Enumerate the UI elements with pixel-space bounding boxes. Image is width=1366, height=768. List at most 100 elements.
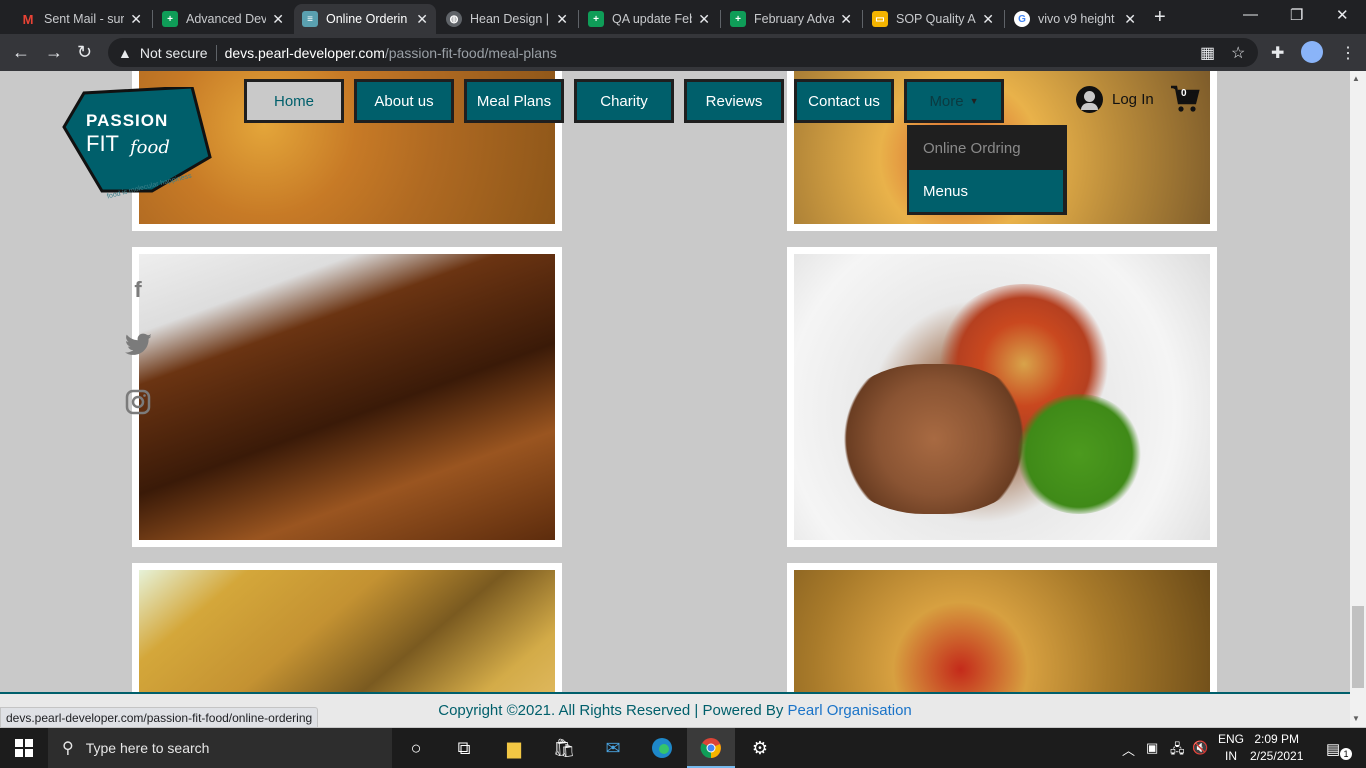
file-explorer-icon[interactable]: ▆: [502, 736, 526, 760]
volume-muted-icon[interactable]: 🔇: [1192, 740, 1208, 756]
twitter-bird-icon: [125, 333, 152, 355]
tab-title: February Adva: [754, 12, 835, 26]
close-icon[interactable]: ✕: [130, 11, 142, 28]
logo-text-passion: PASSION: [86, 111, 169, 130]
notification-center-icon[interactable]: ▤: [1326, 740, 1340, 758]
tab-title: Advanced Dev: [186, 12, 267, 26]
sheets-icon: +: [162, 11, 178, 27]
language-code: ENG: [1218, 732, 1245, 746]
qr-code-icon[interactable]: ▦: [1200, 43, 1215, 63]
footer-link-pearl-organisation[interactable]: Pearl Organisation: [788, 702, 912, 719]
bookmark-star-icon[interactable]: ☆: [1231, 43, 1245, 63]
network-icon[interactable]: 🖧: [1170, 740, 1185, 762]
meal-image: [139, 254, 555, 540]
twitter-icon[interactable]: [124, 333, 152, 361]
task-view-icon[interactable]: ⧉: [452, 736, 476, 760]
close-icon[interactable]: ✕: [1124, 11, 1136, 28]
scroll-up-icon[interactable]: ▲: [1352, 74, 1360, 83]
cart-button[interactable]: 0: [1170, 85, 1200, 113]
close-icon[interactable]: ✕: [556, 11, 568, 28]
language-indicator[interactable]: ENG IN: [1218, 731, 1244, 765]
chicken-piece: [834, 364, 1034, 514]
tab-vivo-v9[interactable]: G vivo v9 height ✕: [1006, 4, 1144, 34]
close-window-icon[interactable]: ✕: [1336, 6, 1349, 24]
site-icon: ≡: [302, 11, 318, 27]
search-icon: ⚲: [62, 740, 74, 757]
chrome-icon[interactable]: [699, 736, 723, 760]
browser-toolbar: ← → ↻ ▲ Not secure devs.pearl-developer.…: [0, 34, 1366, 71]
scrollbar-thumb[interactable]: [1352, 606, 1364, 688]
tab-advanced-dev[interactable]: + Advanced Dev ✕: [154, 4, 292, 34]
settings-gear-icon[interactable]: ⚙: [748, 736, 772, 760]
instagram-icon[interactable]: [124, 389, 152, 421]
tab-sent-mail[interactable]: M Sent Mail - sur ✕: [12, 4, 150, 34]
reload-icon[interactable]: ↻: [77, 42, 92, 62]
tab-online-ordering[interactable]: ≡ Online Orderin ✕: [294, 4, 436, 34]
tab-separator: [578, 10, 579, 28]
language-region: IN: [1225, 749, 1237, 763]
scroll-down-icon[interactable]: ▼: [1352, 714, 1360, 723]
gmail-icon: M: [22, 11, 34, 27]
restore-icon[interactable]: ❐: [1290, 6, 1303, 24]
tab-title: Hean Design |: [470, 12, 549, 26]
edge-icon[interactable]: [650, 736, 674, 760]
more-dropdown-menu: Online Ordring Menus: [907, 125, 1067, 215]
cart-count: 0: [1181, 88, 1187, 99]
close-icon[interactable]: ✕: [416, 11, 428, 28]
tab-title: QA update Feb: [612, 12, 693, 26]
extensions-icon[interactable]: ✚: [1271, 43, 1284, 63]
nav-home[interactable]: Home: [244, 79, 344, 123]
nav-meal-plans[interactable]: Meal Plans: [464, 79, 564, 123]
nav-more[interactable]: More ▼: [904, 79, 1004, 123]
tab-qa-update[interactable]: + QA update Feb ✕: [580, 4, 718, 34]
profile-avatar-icon[interactable]: [1301, 41, 1323, 63]
back-icon[interactable]: ←: [12, 42, 30, 62]
new-tab-icon[interactable]: +: [1154, 6, 1166, 29]
menu-kebab-icon[interactable]: ⋮: [1340, 43, 1356, 63]
system-clock[interactable]: 2:09 PM 2/25/2021: [1250, 731, 1303, 765]
nav-reviews[interactable]: Reviews: [684, 79, 784, 123]
clock-time: 2:09 PM: [1254, 732, 1300, 746]
windows-start-icon[interactable]: [12, 736, 36, 760]
user-avatar-icon: [1076, 86, 1103, 113]
close-icon[interactable]: ✕: [272, 11, 284, 28]
clock-date: 2/25/2021: [1250, 749, 1304, 763]
passion-fit-food-logo[interactable]: PASSION FIT food food is molecular happi…: [62, 85, 214, 205]
meal-image: [794, 254, 1210, 540]
nav-charity[interactable]: Charity: [574, 79, 674, 123]
mail-icon[interactable]: ✉: [601, 736, 625, 760]
nav-about-us[interactable]: About us: [354, 79, 454, 123]
menu-item-online-ordering[interactable]: Online Ordring: [909, 127, 1063, 169]
tab-hean-design[interactable]: ◍ Hean Design | ✕: [438, 4, 576, 34]
security-label: Not secure: [139, 44, 208, 61]
nav-contact-us[interactable]: Contact us: [794, 79, 894, 123]
meal-photo-4: [787, 247, 1217, 547]
cortana-icon[interactable]: ○: [404, 736, 428, 760]
green-peas: [1014, 394, 1144, 514]
close-icon[interactable]: ✕: [840, 11, 852, 28]
tab-february-adva[interactable]: + February Adva ✕: [722, 4, 860, 34]
microsoft-store-icon[interactable]: 🛍: [552, 736, 576, 760]
forward-icon[interactable]: →: [45, 42, 63, 62]
warning-icon: ▲: [118, 44, 132, 61]
menu-item-menus[interactable]: Menus: [909, 170, 1063, 212]
search-placeholder: Type here to search: [85, 740, 210, 756]
close-icon[interactable]: ✕: [698, 11, 710, 28]
webpage: PASSION FIT food food is molecular happi…: [0, 71, 1350, 727]
logo-text-food: food: [130, 137, 170, 158]
link-status-bubble: devs.pearl-developer.com/passion-fit-foo…: [0, 707, 319, 728]
sheets-icon: +: [588, 11, 604, 27]
login-button[interactable]: Log In: [1076, 86, 1154, 113]
show-hidden-icons-icon[interactable]: ︿: [1122, 740, 1135, 759]
address-bar[interactable]: ▲ Not secure devs.pearl-developer.com /p…: [108, 38, 1258, 67]
tab-separator: [1004, 10, 1005, 28]
logo-text-fit: FIT: [86, 131, 119, 156]
slides-icon: ▭: [872, 11, 888, 27]
meet-now-icon[interactable]: ▣: [1146, 740, 1158, 756]
close-icon[interactable]: ✕: [982, 11, 994, 28]
tab-sop-quality[interactable]: ▭ SOP Quality A ✕: [864, 4, 1002, 34]
tab-title: vivo v9 height: [1038, 12, 1115, 26]
minimize-icon[interactable]: —: [1243, 6, 1258, 23]
facebook-icon[interactable]: f: [124, 277, 152, 303]
taskbar-search-box[interactable]: ⚲ Type here to search: [48, 728, 392, 768]
